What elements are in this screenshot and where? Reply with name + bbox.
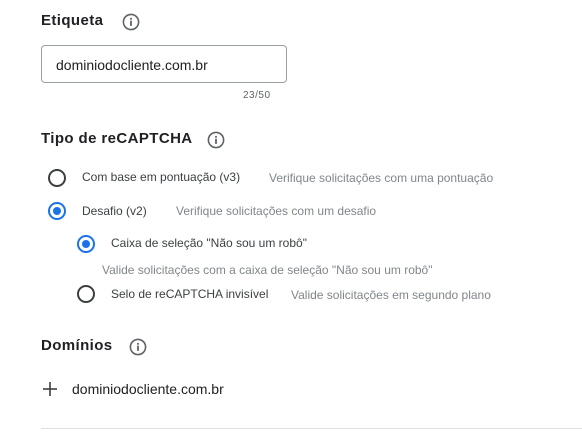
label-info-icon[interactable]: [122, 13, 140, 31]
option-label-score-based-v3[interactable]: Com base em pontuação (v3): [82, 170, 240, 184]
recaptcha-settings-form: Etiqueta 23/50 Tipo de reCAPTCHA Com bas…: [0, 0, 582, 432]
option-desc-checkbox-not-robot: Valide solicitações com a caixa de seleç…: [102, 263, 433, 277]
label-char-counter: 23/50: [243, 90, 271, 101]
radio-score-based-v3[interactable]: [48, 169, 66, 187]
option-desc-challenge-v2: Verifique solicitações com um desafio: [176, 204, 377, 218]
divider: [41, 428, 582, 429]
domains-info-icon[interactable]: [129, 338, 147, 356]
plus-icon[interactable]: [43, 382, 57, 401]
option-desc-invisible-badge: Valide solicitações em segundo plano: [291, 288, 491, 302]
label-section-title: Etiqueta: [41, 12, 104, 29]
radio-challenge-v2[interactable]: [48, 202, 66, 220]
radio-checkbox-not-robot[interactable]: [77, 235, 95, 253]
domains-section-title: Domínios: [41, 337, 113, 354]
label-field[interactable]: [41, 45, 287, 83]
option-label-challenge-v2[interactable]: Desafio (v2): [82, 204, 147, 218]
option-label-checkbox-not-robot[interactable]: Caixa de seleção "Não sou um robô": [111, 236, 307, 250]
domain-list-item[interactable]: dominiodocliente.com.br: [41, 372, 261, 406]
label-input[interactable]: [56, 55, 276, 75]
recaptcha-type-section-title: Tipo de reCAPTCHA: [41, 130, 193, 147]
option-label-invisible-badge[interactable]: Selo de reCAPTCHA invisível: [111, 287, 268, 301]
domain-text: dominiodocliente.com.br: [72, 381, 224, 397]
option-desc-score-based-v3: Verifique solicitações com uma pontuação: [269, 171, 494, 185]
radio-invisible-badge[interactable]: [77, 285, 95, 303]
recaptcha-type-info-icon[interactable]: [207, 131, 225, 149]
